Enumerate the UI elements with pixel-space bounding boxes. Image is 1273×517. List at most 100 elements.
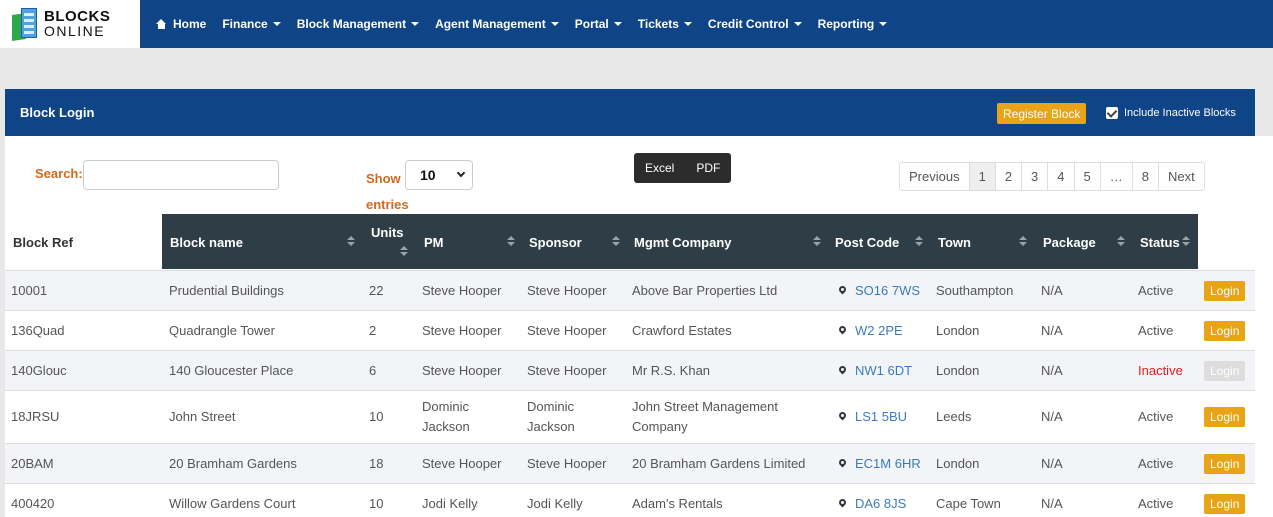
column-header-mgmt-company[interactable]: Mgmt Company — [634, 235, 732, 250]
cell-status: Active — [1138, 455, 1174, 471]
table-body: 10001 Prudential Buildings 22 Steve Hoop… — [5, 270, 1255, 517]
caret-down-icon — [793, 22, 802, 26]
scroll-gutter — [1255, 136, 1273, 517]
map-pin-icon — [839, 366, 846, 376]
nav-portal[interactable]: Portal — [567, 17, 630, 31]
login-button[interactable]: Login — [1204, 280, 1246, 301]
cell-post-code[interactable]: LS1 5BU — [839, 407, 907, 427]
column-header-post-code[interactable]: Post Code — [835, 235, 899, 250]
nav-finance[interactable]: Finance — [214, 17, 288, 31]
pagination-page-4[interactable]: 4 — [1047, 163, 1073, 190]
sort-icon[interactable] — [1117, 236, 1125, 247]
nav-label: Portal — [574, 17, 609, 31]
nav-agent-management[interactable]: Agent Management — [427, 17, 567, 31]
sort-icon[interactable] — [915, 236, 923, 247]
cell-status: Inactive — [1138, 362, 1183, 378]
post-code-link[interactable]: LS1 5BU — [855, 409, 907, 424]
cell-block-name: 20 Bramham Gardens — [169, 455, 297, 471]
chevron-down-icon — [456, 168, 466, 178]
page-size-select[interactable]: 10 — [405, 160, 473, 190]
cell-post-code[interactable]: SO16 7WS — [839, 281, 920, 301]
sort-icon[interactable] — [813, 236, 821, 247]
cell-units: 2 — [369, 322, 377, 338]
cell-town: Leeds — [936, 409, 972, 424]
main-menu: Home Finance Block Management Agent Mana… — [148, 0, 895, 48]
sort-icon[interactable] — [1019, 236, 1027, 247]
cell-package: N/A — [1041, 455, 1063, 471]
include-inactive-toggle[interactable]: Include Inactive Blocks — [1106, 107, 1236, 119]
include-inactive-checkbox[interactable] — [1106, 107, 1118, 119]
search-input[interactable] — [83, 160, 279, 190]
map-pin-icon — [839, 326, 846, 336]
nav-credit-control[interactable]: Credit Control — [700, 17, 810, 31]
cell-post-code[interactable]: NW1 6DT — [839, 361, 912, 381]
table-header: Block Ref Block name Units PM Sponsor Mg… — [5, 214, 1255, 269]
column-header-units[interactable]: Units — [371, 225, 404, 240]
export-pdf-button[interactable]: PDF — [685, 161, 731, 175]
home-icon — [156, 19, 167, 29]
pagination-page-3[interactable]: 3 — [1021, 163, 1047, 190]
cell-block-ref: 18JRSU — [11, 409, 60, 424]
column-header-block-ref[interactable]: Block Ref — [13, 235, 73, 250]
sort-icon[interactable] — [507, 236, 515, 247]
column-header-block-name[interactable]: Block name — [170, 235, 243, 250]
page-title: Block Login — [20, 105, 95, 120]
nav-home[interactable]: Home — [148, 17, 214, 31]
brand-logo[interactable]: BLOCKS ONLINE — [0, 0, 140, 48]
cell-units: 10 — [369, 409, 384, 424]
cell-status: Active — [1138, 322, 1174, 338]
caret-down-icon — [683, 22, 692, 26]
column-header-package[interactable]: Package — [1043, 235, 1096, 250]
pagination-next[interactable]: Next — [1157, 163, 1204, 190]
pagination-ellipsis: … — [1099, 163, 1132, 190]
export-excel-button[interactable]: Excel — [634, 161, 685, 175]
cell-block-name: Quadrangle Tower — [169, 322, 275, 338]
map-pin-icon — [839, 459, 846, 469]
nav-tickets[interactable]: Tickets — [630, 17, 700, 31]
post-code-link[interactable]: EC1M 6HR — [855, 456, 921, 471]
sort-icon[interactable] — [612, 236, 620, 247]
column-header-town[interactable]: Town — [938, 235, 971, 250]
login-button[interactable]: Login — [1204, 407, 1246, 427]
cell-package: N/A — [1041, 362, 1063, 378]
cell-package: N/A — [1041, 282, 1063, 298]
column-header-pm[interactable]: PM — [424, 235, 444, 250]
login-button[interactable]: Login — [1204, 453, 1246, 474]
pagination-page-5[interactable]: 5 — [1073, 163, 1100, 190]
sort-icon[interactable] — [1182, 236, 1190, 247]
sort-icon[interactable] — [347, 236, 355, 247]
sort-icon[interactable] — [400, 246, 408, 257]
post-code-link[interactable]: W2 2PE — [855, 323, 903, 338]
cell-post-code[interactable]: W2 2PE — [839, 321, 903, 341]
post-code-link[interactable]: DA6 8JS — [855, 496, 906, 511]
login-button[interactable]: Login — [1204, 320, 1246, 341]
cell-sponsor: Steve Hooper — [527, 455, 607, 471]
pagination-previous[interactable]: Previous — [900, 163, 969, 190]
nav-label: Agent Management — [435, 17, 546, 31]
cell-post-code[interactable]: DA6 8JS — [839, 494, 906, 514]
column-header-sponsor[interactable]: Sponsor — [529, 235, 582, 250]
nav-block-management[interactable]: Block Management — [289, 17, 427, 31]
cell-town: Cape Town — [936, 495, 1001, 511]
pagination-page-2[interactable]: 2 — [994, 163, 1021, 190]
cell-pm: Steve Hooper — [422, 282, 502, 298]
table-row: 20BAM 20 Bramham Gardens 18 Steve Hooper… — [5, 443, 1255, 483]
nav-reporting[interactable]: Reporting — [810, 17, 896, 31]
cell-block-name: 140 Gloucester Place — [169, 362, 294, 378]
cell-pm: Steve Hooper — [422, 322, 502, 338]
pagination-page-8[interactable]: 8 — [1131, 163, 1158, 190]
column-header-status[interactable]: Status — [1140, 235, 1180, 250]
pagination-page-1[interactable]: 1 — [968, 163, 995, 190]
cell-status: Active — [1138, 495, 1174, 511]
post-code-link[interactable]: NW1 6DT — [855, 363, 912, 378]
nav-label: Reporting — [817, 17, 875, 31]
table-row: 136Quad Quadrangle Tower 2 Steve Hooper … — [5, 310, 1255, 350]
cell-package: N/A — [1041, 322, 1063, 338]
map-pin-icon — [839, 499, 846, 509]
cell-units: 10 — [369, 495, 384, 511]
post-code-link[interactable]: SO16 7WS — [855, 283, 920, 298]
search-label: Search: — [35, 166, 83, 181]
login-button[interactable]: Login — [1204, 493, 1246, 514]
cell-post-code[interactable]: EC1M 6HR — [839, 454, 921, 474]
register-block-button[interactable]: Register Block — [997, 103, 1087, 124]
